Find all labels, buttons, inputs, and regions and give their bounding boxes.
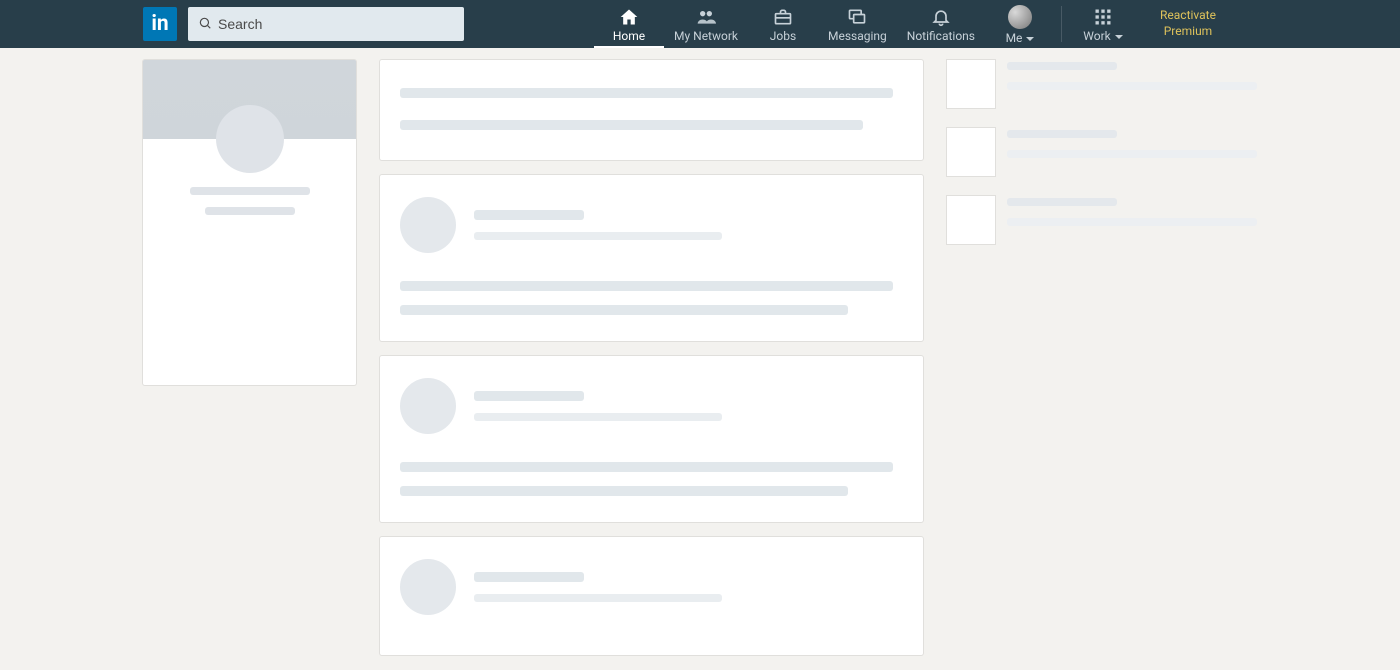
skeleton-line [400,88,893,98]
skeleton-line [474,391,584,401]
aside-thumb-placeholder [947,60,995,108]
linkedin-logo[interactable]: in [143,7,177,41]
aside-thumb-placeholder [947,196,995,244]
search-wrap [188,7,464,41]
primary-nav: Home My Network Jobs Messaging [594,0,1138,48]
home-icon [618,7,640,27]
skeleton-line [474,572,584,582]
search-input[interactable] [188,7,464,41]
nav-messaging-label: Messaging [828,29,887,43]
nav-work[interactable]: Work [1068,0,1138,48]
aside-card-skeleton [947,128,1257,176]
nav-messaging[interactable]: Messaging [818,0,897,48]
profile-sidebar-skeleton [143,60,356,385]
briefcase-icon [772,7,794,27]
skeleton-line [400,281,893,291]
aside-thumb-placeholder [947,128,995,176]
nav-me[interactable]: Me [985,0,1055,48]
nav-home[interactable]: Home [594,0,664,48]
network-icon [695,7,717,27]
nav-jobs[interactable]: Jobs [748,0,818,48]
nav-divider [1061,6,1062,42]
post-avatar-placeholder [400,378,456,434]
feed-post-skeleton [380,175,923,341]
skeleton-line [474,413,722,421]
nav-notifications[interactable]: Notifications [897,0,985,48]
skeleton-line [205,207,295,215]
apps-grid-icon [1093,7,1113,27]
skeleton-line [1007,130,1117,138]
nav-network[interactable]: My Network [664,0,748,48]
skeleton-line [1007,62,1117,70]
nav-work-label: Work [1083,29,1122,43]
share-box-skeleton [380,60,923,160]
feed-post-skeleton [380,356,923,522]
nav-home-label: Home [613,29,645,43]
avatar-icon [1008,5,1032,29]
skeleton-line [1007,150,1257,158]
nav-notifications-label: Notifications [907,29,975,43]
skeleton-line [1007,218,1257,226]
premium-line1: Reactivate [1160,8,1216,24]
skeleton-line [190,187,310,195]
skeleton-line [1007,198,1117,206]
feed-column [380,60,923,655]
main-container [0,48,1400,655]
post-avatar-placeholder [400,559,456,615]
profile-text-placeholder [143,187,356,215]
skeleton-line [400,462,893,472]
profile-avatar-placeholder [216,105,284,173]
skeleton-line [474,210,584,220]
aside-card-skeleton [947,60,1257,108]
nav-network-label: My Network [674,29,738,43]
skeleton-line [474,232,722,240]
linkedin-logo-text: in [151,12,168,36]
skeleton-line [1007,82,1257,90]
premium-line2: Premium [1160,24,1216,40]
bell-icon [930,7,952,27]
skeleton-line [400,486,848,496]
feed-post-skeleton [380,537,923,655]
reactivate-premium-link[interactable]: Reactivate Premium [1160,8,1216,39]
skeleton-line [400,305,848,315]
post-avatar-placeholder [400,197,456,253]
nav-me-label: Me [1006,31,1035,45]
global-header: in Home My Network [0,0,1400,48]
skeleton-line [474,594,722,602]
aside-card-skeleton [947,196,1257,244]
messaging-icon [846,7,868,27]
right-aside [947,60,1257,244]
skeleton-line [400,120,863,130]
nav-jobs-label: Jobs [770,29,796,43]
